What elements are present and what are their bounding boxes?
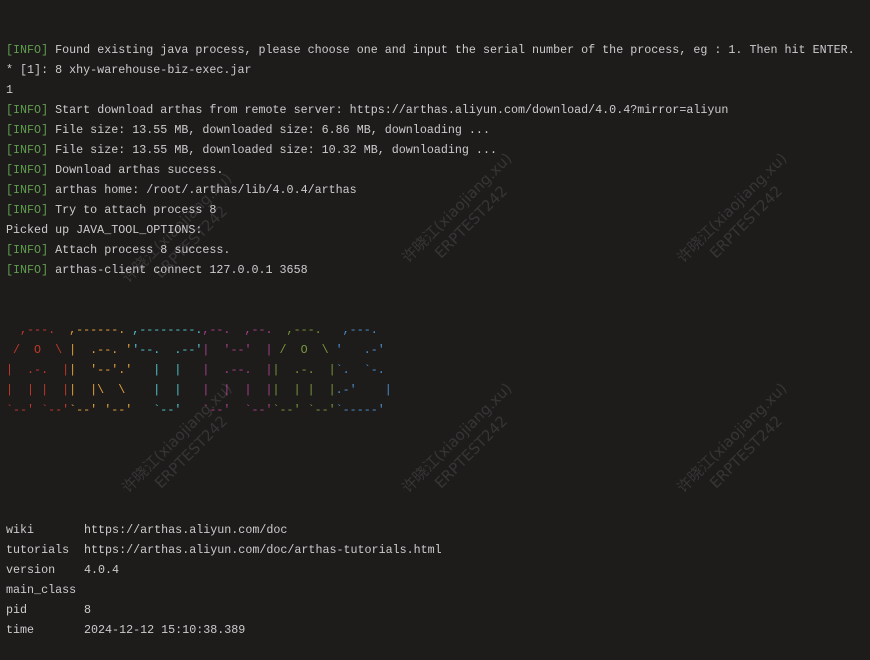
logo-letter-segment: `-----' bbox=[335, 403, 385, 417]
logo-letter-segment: | .--. ' bbox=[69, 343, 133, 357]
logo-letter-segment: | '--' | bbox=[202, 343, 280, 357]
logo-letter-segment: '--. .--' bbox=[132, 343, 203, 357]
log-text: Picked up JAVA_TOOL_OPTIONS: bbox=[6, 223, 203, 237]
logo-letter-segment: | |\ \ bbox=[69, 383, 133, 397]
info-tag: [INFO] bbox=[6, 183, 49, 197]
info-tag: [INFO] bbox=[6, 243, 49, 257]
logo-letter-segment: ,---. bbox=[6, 323, 70, 337]
info-value[interactable]: https://arthas.aliyun.com/doc bbox=[84, 523, 287, 537]
logo-letter-segment: | .--. | bbox=[202, 363, 273, 377]
log-text: * [1]: 8 xhy-warehouse-biz-exec.jar bbox=[6, 63, 252, 77]
log-line: 1 bbox=[6, 80, 855, 100]
info-key: time bbox=[6, 623, 35, 637]
logo-letter-segment: ' .-' bbox=[335, 343, 385, 357]
logo-letter-segment: | | bbox=[132, 363, 203, 377]
logo-line: / O \ | .--. ''--. .--'| '--' | / O \ ' … bbox=[6, 340, 855, 360]
log-line: [INFO] Start download arthas from remote… bbox=[6, 100, 855, 120]
logo-line: | .-. || '--'.' | | | .--. || .-. |`. `-… bbox=[6, 360, 855, 380]
info-row: wiki https://arthas.aliyun.com/doc bbox=[6, 520, 855, 540]
info-tag: [INFO] bbox=[6, 43, 49, 57]
info-row: version 4.0.4 bbox=[6, 560, 855, 580]
arthas-info-table: wiki https://arthas.aliyun.com/doc tutoria… bbox=[6, 520, 855, 640]
info-tag: [INFO] bbox=[6, 123, 49, 137]
info-value: 8 bbox=[84, 603, 92, 617]
logo-line: `--' `--'`--' '--' `--' `--' `--'`--' `-… bbox=[6, 400, 855, 420]
logo-letter-segment: | | | | bbox=[272, 383, 336, 397]
logo-letter-segment: `--' `--' bbox=[202, 403, 273, 417]
log-text: Start download arthas from remote server… bbox=[48, 103, 729, 117]
logo-letter-segment: ,---. bbox=[279, 323, 343, 337]
info-key: version bbox=[6, 563, 56, 577]
logo-letter-segment: ,--------. bbox=[132, 323, 203, 337]
log-lines: [INFO] Found existing java process, plea… bbox=[6, 40, 855, 280]
log-line: [INFO] File size: 13.55 MB, downloaded s… bbox=[6, 140, 855, 160]
logo-letter-segment: | | bbox=[132, 383, 203, 397]
info-row: tutorials https://arthas.aliyun.com/doc/a… bbox=[6, 540, 855, 560]
logo-line: | | | || |\ \ | | | | | || | | |.-' | bbox=[6, 380, 855, 400]
logo-letter-segment: `--' '--' bbox=[69, 403, 133, 417]
log-line: [INFO] arthas-client connect 127.0.0.1 3… bbox=[6, 260, 855, 280]
logo-letter-segment: .-' | bbox=[335, 383, 392, 397]
logo-letter-segment: / O \ bbox=[279, 343, 336, 357]
log-line: [INFO] arthas home: /root/.arthas/lib/4.… bbox=[6, 180, 855, 200]
logo-letter-segment: ,--. ,--. bbox=[202, 323, 280, 337]
logo-letter-segment: `--' `--' bbox=[272, 403, 336, 417]
log-text: File size: 13.55 MB, downloaded size: 10… bbox=[48, 143, 497, 157]
logo-letter-segment: ,---. bbox=[342, 323, 378, 337]
info-tag: [INFO] bbox=[6, 103, 49, 117]
info-row: main_class bbox=[6, 580, 855, 600]
logo-letter-segment: `--' bbox=[132, 403, 203, 417]
log-text: Try to attach process 8 bbox=[48, 203, 217, 217]
log-line: [INFO] Download arthas success. bbox=[6, 160, 855, 180]
log-line: Picked up JAVA_TOOL_OPTIONS: bbox=[6, 220, 855, 240]
logo-letter-segment: | .-. | bbox=[272, 363, 336, 377]
info-tag: [INFO] bbox=[6, 143, 49, 157]
logo-letter-segment: ,------. bbox=[69, 323, 133, 337]
info-value[interactable]: https://arthas.aliyun.com/doc/arthas-tut… bbox=[84, 543, 442, 557]
log-line: * [1]: 8 xhy-warehouse-biz-exec.jar bbox=[6, 60, 855, 80]
logo-letter-segment: | | | | bbox=[202, 383, 273, 397]
info-row: pid 8 bbox=[6, 600, 855, 620]
terminal-output[interactable]: [INFO] Found existing java process, plea… bbox=[6, 0, 855, 660]
logo-letter-segment: `. `-. bbox=[335, 363, 385, 377]
log-text: arthas home: /root/.arthas/lib/4.0.4/art… bbox=[48, 183, 357, 197]
log-text: Attach process 8 success. bbox=[48, 243, 231, 257]
info-key: tutorials bbox=[6, 543, 70, 557]
logo-letter-segment: | '--'.' bbox=[69, 363, 133, 377]
log-text: Download arthas success. bbox=[48, 163, 224, 177]
logo-letter-segment: `--' `--' bbox=[6, 403, 70, 417]
info-value: 2024-12-12 15:10:38.389 bbox=[84, 623, 246, 637]
info-tag: [INFO] bbox=[6, 263, 49, 277]
info-row: time 2024-12-12 15:10:38.389 bbox=[6, 620, 855, 640]
info-key: main_class bbox=[6, 583, 77, 597]
info-tag: [INFO] bbox=[6, 203, 49, 217]
logo-letter-segment: | | | | bbox=[6, 383, 70, 397]
log-line: [INFO] Try to attach process 8 bbox=[6, 200, 855, 220]
log-text: File size: 13.55 MB, downloaded size: 6.… bbox=[48, 123, 490, 137]
logo-letter-segment: / O \ bbox=[6, 343, 70, 357]
info-key: wiki bbox=[6, 523, 35, 537]
log-line: [INFO] Found existing java process, plea… bbox=[6, 40, 855, 60]
logo-letter-segment: | .-. | bbox=[6, 363, 70, 377]
info-value: 4.0.4 bbox=[84, 563, 120, 577]
log-text: 1 bbox=[6, 83, 14, 97]
log-text: Found existing java process, please choo… bbox=[48, 43, 855, 57]
info-tag: [INFO] bbox=[6, 163, 49, 177]
logo-line: ,---. ,------. ,--------.,--. ,--. ,---.… bbox=[6, 320, 855, 340]
log-text: arthas-client connect 127.0.0.1 3658 bbox=[48, 263, 308, 277]
log-line: [INFO] Attach process 8 success. bbox=[6, 240, 855, 260]
info-key: pid bbox=[6, 603, 28, 617]
log-line: [INFO] File size: 13.55 MB, downloaded s… bbox=[6, 120, 855, 140]
arthas-ascii-logo: ,---. ,------. ,--------.,--. ,--. ,---.… bbox=[6, 320, 855, 420]
